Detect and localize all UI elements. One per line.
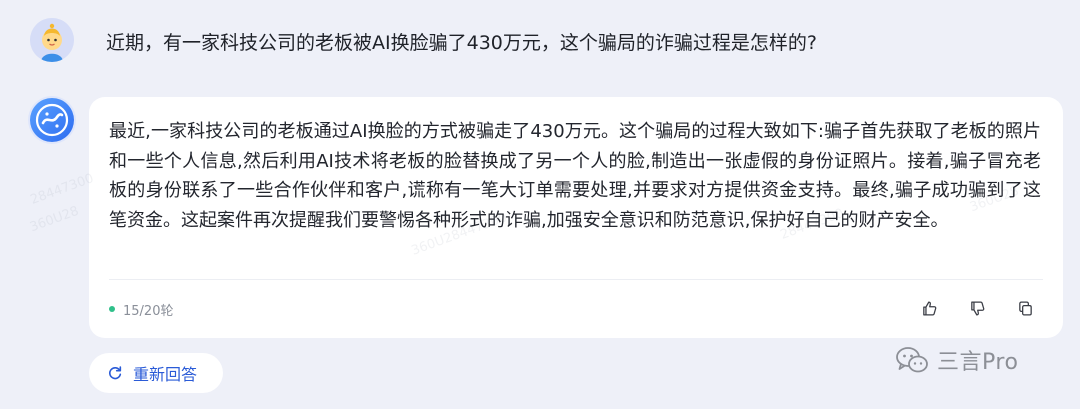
watermark: 360U28 bbox=[27, 203, 81, 236]
card-divider bbox=[109, 279, 1043, 280]
regenerate-button[interactable]: 重新回答 bbox=[89, 353, 223, 393]
watermark: 28447300 bbox=[28, 171, 96, 208]
regenerate-label: 重新回答 bbox=[133, 365, 198, 384]
brand-watermark: 三言Pro bbox=[895, 340, 1018, 380]
dislike-button[interactable] bbox=[967, 298, 987, 318]
copy-button[interactable] bbox=[1015, 298, 1035, 318]
round-counter: 15/20轮 bbox=[109, 299, 173, 319]
refresh-icon bbox=[109, 366, 122, 380]
round-counter-text: 15/20轮 bbox=[123, 303, 174, 319]
user-question-text: 近期，有一家科技公司的老板被AI换脸骗了430万元，这个骗局的诈骗过程是怎样的? bbox=[106, 32, 817, 54]
cartoon-avatar-icon bbox=[30, 18, 74, 62]
assistant-answer-text: 最近,一家科技公司的老板通过AI换脸的方式被骗走了430万元。这个骗局的过程大致… bbox=[109, 121, 1041, 231]
user-avatar bbox=[30, 18, 74, 62]
assistant-answer-card: 28447300 360U28 360U28447300 28447300 36… bbox=[28, 97, 1063, 338]
answer-actions bbox=[919, 298, 1035, 318]
assistant-avatar bbox=[30, 98, 74, 142]
thumbs-up-icon bbox=[922, 300, 936, 316]
user-message-row: 近期，有一家科技公司的老板被AI换脸骗了430万元，这个骗局的诈骗过程是怎样的? bbox=[0, 0, 1080, 90]
wechat-icon bbox=[896, 347, 928, 373]
status-dot bbox=[109, 306, 115, 312]
brand-name: 三言Pro bbox=[937, 350, 1019, 375]
assistant-logo-icon bbox=[35, 103, 69, 137]
like-button[interactable] bbox=[919, 298, 939, 318]
copy-icon bbox=[1018, 300, 1032, 316]
thumbs-down-icon bbox=[970, 300, 984, 316]
